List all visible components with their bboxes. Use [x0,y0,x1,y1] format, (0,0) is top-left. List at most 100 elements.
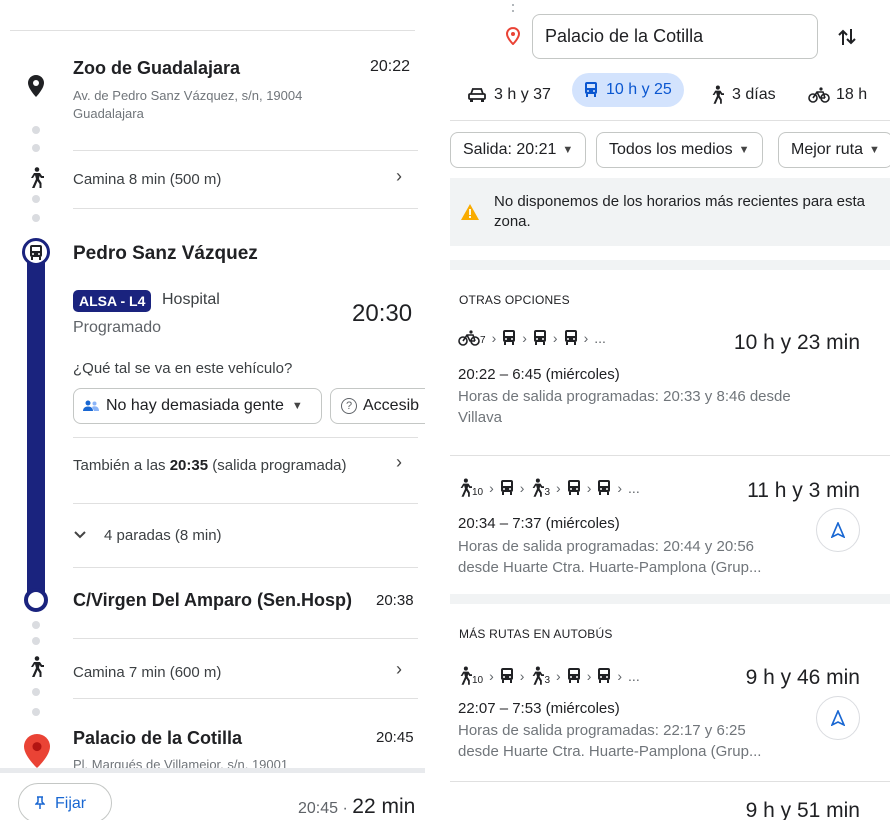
section-header: MÁS RUTAS EN AUTOBÚS [459,627,613,641]
stops-label: 4 paradas (8 min) [104,527,222,544]
chevron-right-icon: › [489,480,494,496]
people-icon [82,400,100,412]
bike-minutes: 7 [480,335,486,346]
chevron-right-icon: › [583,330,589,346]
chevron-right-icon: › [519,480,525,496]
tab-transit[interactable]: 10 h y 25 [572,73,684,107]
walk-icon [26,166,46,190]
route-times: 20:34 – 7:37 (miércoles) [458,515,620,532]
chevron-right-icon: › [556,480,561,496]
alight-stop-name: C/Virgen Del Amparo (Sen.Hosp) [73,590,353,610]
stop-name: Pedro Sanz Vázquez [73,243,258,264]
route-times: 20:22 – 6:45 (miércoles) [458,366,620,383]
origin-address: Av. de Pedro Sanz Vázquez, s/n, 19004 [73,88,303,103]
tab-drive[interactable]: 3 h y 37 [468,79,551,111]
accessibility-button[interactable]: ? Accesib [330,388,425,424]
walk-step-1[interactable]: Camina 8 min (500 m) › [0,152,425,208]
origin-name: Zoo de Guadalajara [73,58,241,78]
navigate-button[interactable] [816,508,860,552]
route-option-4[interactable]: 9 h y 51 min [450,795,890,820]
route-option-1[interactable]: 7 › › › › ... 10 h y 23 min 20:22 – 6:45… [450,318,890,448]
destination-address: Pl. Marqués de Villamejor, s/n, 19001 [73,757,289,768]
tab-walk[interactable]: 3 días [710,79,776,111]
route-detail: desde Huarte Ctra. Huarte-Pamplona (Grup… [458,559,762,576]
walk-step-2[interactable]: Camina 7 min (600 m) › [0,640,425,696]
crowd-dropdown[interactable]: No hay demasiada gente ▼ [73,388,322,424]
warning-icon [460,203,480,221]
question-circle-icon: ? [341,398,357,414]
pin-icon [35,796,45,810]
walk-icon: 10 [458,666,483,686]
bus-icon [533,330,547,346]
chevron-right-icon: › [396,659,402,679]
bus-status: Programado [73,319,162,336]
bus-time: 20:30 [352,300,413,327]
navigation-arrow-icon [831,522,845,538]
tab-bike[interactable]: 18 h [808,79,867,111]
stops-expander[interactable]: 4 paradas (8 min) [0,505,425,565]
route-dot [32,144,40,152]
chevron-right-icon: › [519,668,525,684]
bus-headsign: Hospital [162,291,220,308]
bike-icon [808,87,830,103]
alight-time: 20:38 [376,592,414,609]
route-detail: Villava [458,409,502,426]
divider [73,567,418,568]
route-option-2[interactable]: 10 › › 3 › › › ... 11 h y 3 min 20:34 – … [450,460,890,590]
also-suffix: (salida programada) [208,457,347,474]
also-time: 20:35 [169,457,209,474]
tab-label: 18 h [836,86,868,103]
origin-city: Guadalajara [73,106,144,121]
walk-label: Camina 8 min (500 m) [73,171,222,188]
destination-input[interactable]: Palacio de la Cotilla [532,14,818,59]
bottom-bar: Fijar 20:45 · 22 min [0,768,425,820]
section-header: OTRAS OPCIONES [459,293,570,307]
right-panel: Palacio de la Cotilla 3 h y 37 10 h y 25… [450,0,890,820]
divider [450,781,890,782]
also-departure-row[interactable]: También a las 20:35 (salida programada) … [0,438,425,498]
vehicle-question: ¿Qué tal se va en este vehículo? [73,360,293,377]
pin-button[interactable]: Fijar [18,783,112,820]
bus-icon [597,668,611,684]
bus-icon [502,330,516,346]
chevron-right-icon: › [552,330,558,346]
divider [73,150,418,151]
route-dot [32,195,40,203]
bus-icon [30,244,42,260]
route-option-3[interactable]: 10 › › 3 › › › ... 9 h y 46 min 22:07 – … [450,650,890,775]
bus-icon [500,668,514,684]
tab-label: 3 h y 37 [494,86,551,103]
notice-text: No disponemos de los horarios más recien… [494,193,866,230]
walk-label: Camina 7 min (600 m) [73,664,222,681]
walk-minutes: 3 [544,675,551,686]
best-route-filter[interactable]: Mejor ruta ▼ [778,132,890,168]
divider [10,30,415,31]
caret-down-icon: ▼ [738,144,750,156]
walk-minutes: 10 [472,675,484,686]
total-duration: 22 min [352,795,416,818]
chevron-right-icon: › [586,668,592,684]
divider [73,503,418,504]
route-detail: desde Huarte Ctra. Huarte-Pamplona (Grup… [458,743,762,760]
car-icon [468,87,486,103]
departure-filter[interactable]: Salida: 20:21 ▼ [450,132,587,168]
line-badge: ALSA - L4 [73,290,152,312]
destination-time: 20:45 [376,729,414,746]
navigate-button[interactable] [816,696,860,740]
walk-minutes: 10 [472,487,484,498]
crowd-label: No hay demasiada gente [106,397,284,414]
caret-down-icon: ▼ [562,144,574,156]
accessibility-label: Accesib [363,397,420,414]
modes-filter[interactable]: Todos los medios ▼ [596,132,763,168]
section-spacer [450,594,890,604]
destination-pin-icon [23,733,51,769]
bus-stop-marker [22,238,50,266]
more-ellipsis: ... [628,668,640,684]
destination-marker-icon [501,24,525,48]
transit-icon [584,82,598,98]
swap-icon[interactable] [835,25,859,49]
divider [450,120,890,121]
chevron-right-icon: › [586,480,592,496]
chevron-right-icon: › [396,452,402,472]
route-times: 22:07 – 7:53 (miércoles) [458,700,620,717]
